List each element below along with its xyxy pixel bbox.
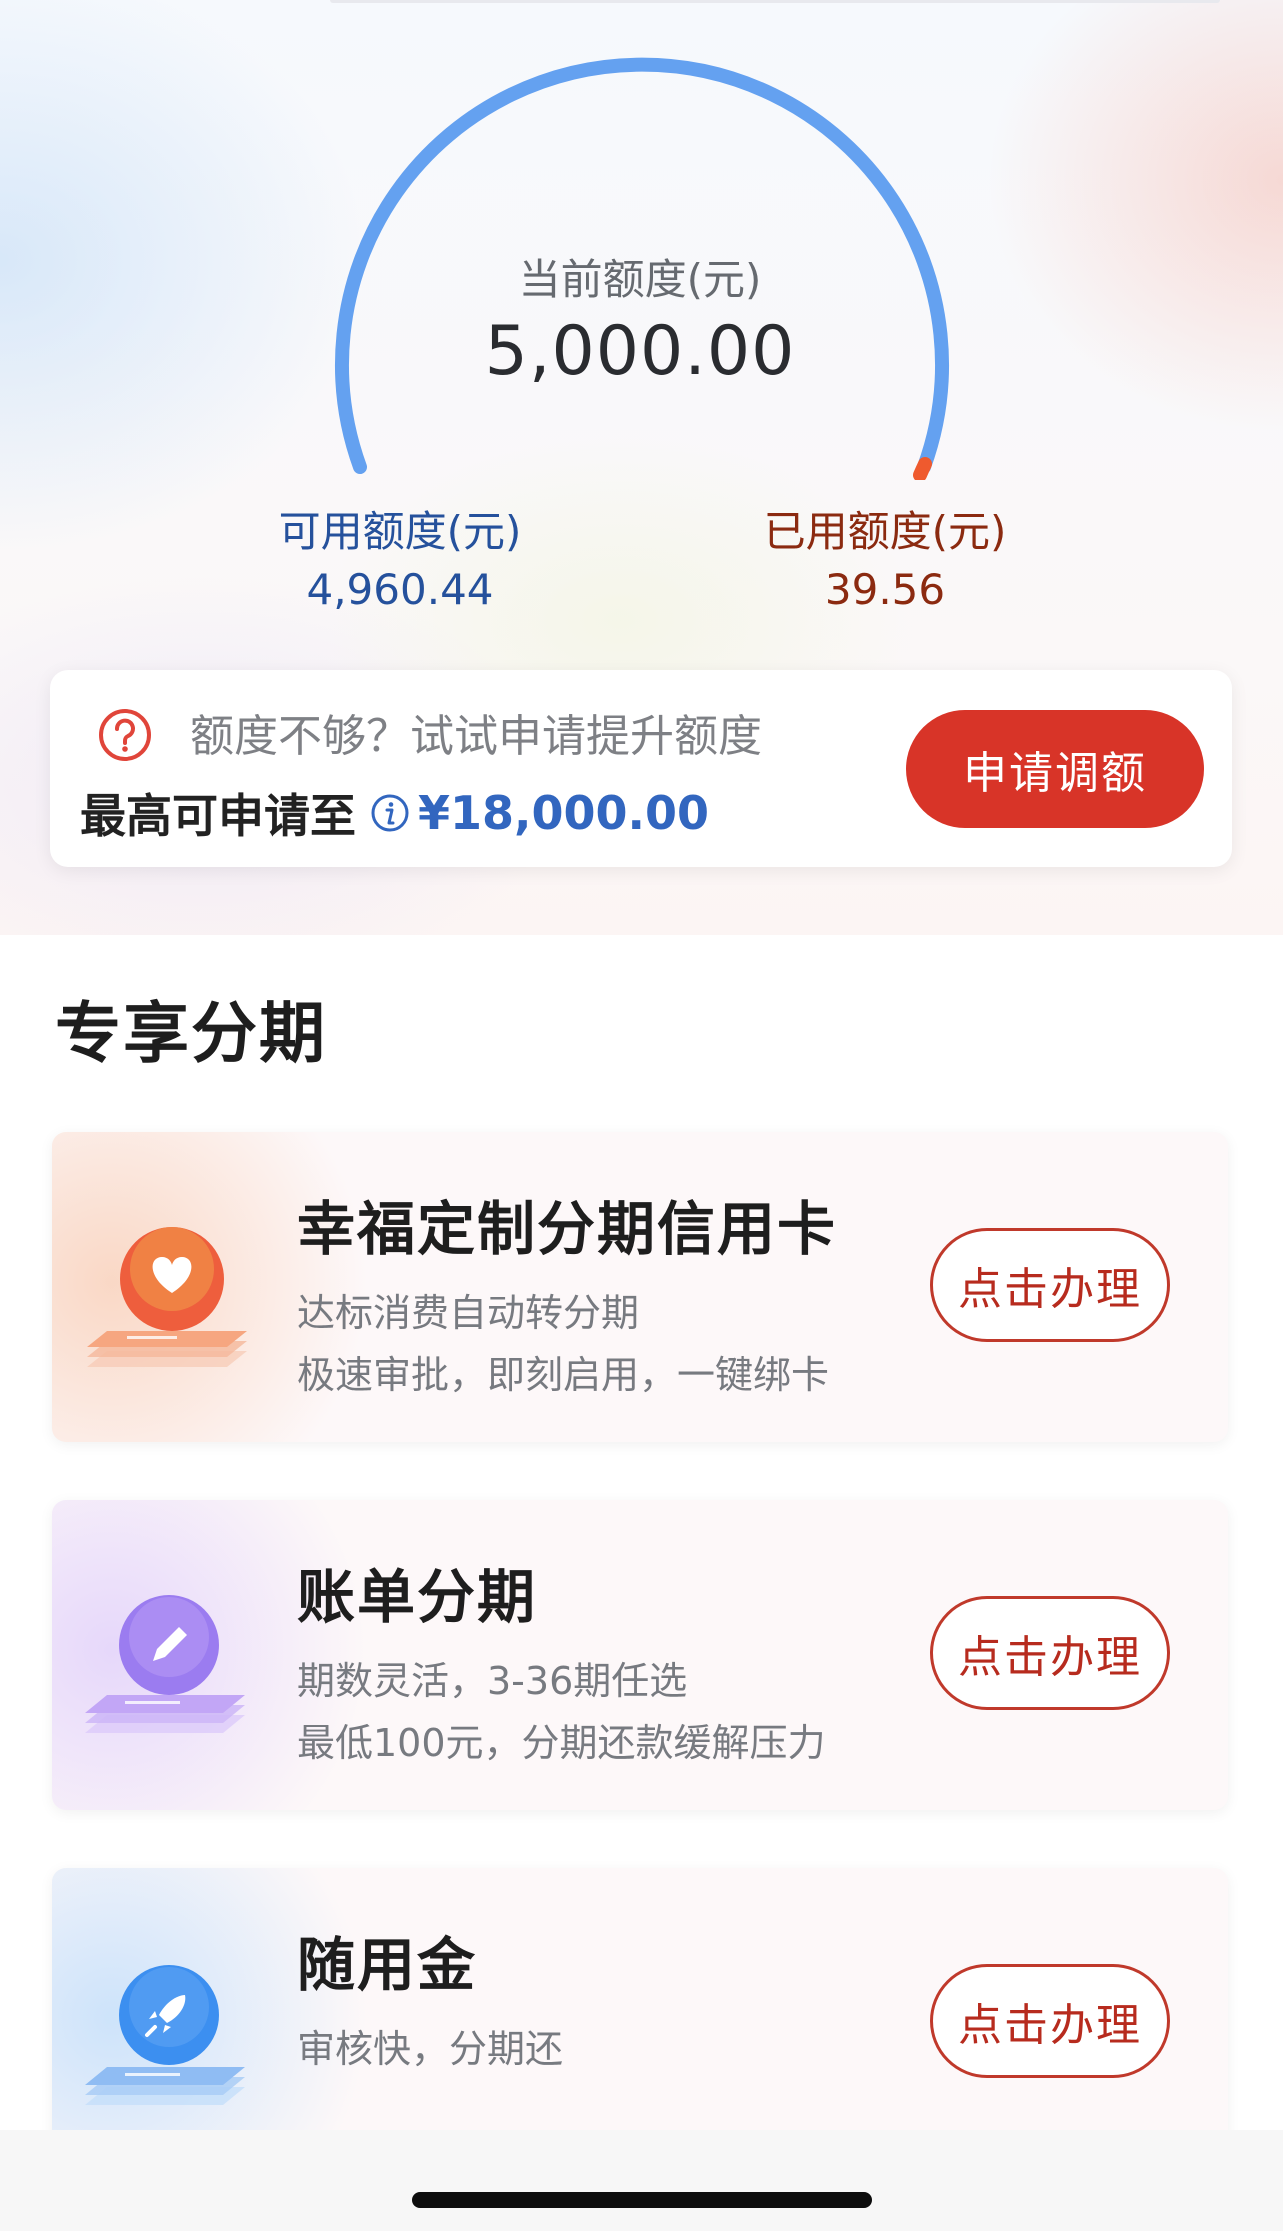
product-card-happiness-card[interactable]: 幸福定制分期信用卡 达标消费自动转分期 极速审批，即刻启用，一键绑卡 点击办理 [52, 1132, 1228, 1442]
apply-now-button[interactable]: 点击办理 [930, 1964, 1170, 2078]
used-limit-label: 已用额度(元) [763, 507, 1007, 556]
home-indicator[interactable] [412, 2192, 872, 2208]
apply-now-button[interactable]: 点击办理 [930, 1228, 1170, 1342]
max-limit-row: 最高可申请至 ¥18,000.00 [80, 780, 709, 846]
product-desc-1: 审核快，分期还 [297, 2027, 564, 2071]
product-title: 幸福定制分期信用卡 [297, 1195, 838, 1263]
info-icon[interactable] [370, 793, 410, 833]
available-limit: 可用额度(元) 4,960.44 [250, 498, 550, 614]
section-title: 专享分期 [55, 995, 327, 1072]
product-desc-2: 极速审批，即刻启用，一键绑卡 [297, 1353, 830, 1397]
used-limit: 已用额度(元) 39.56 [735, 498, 1035, 614]
limit-gauge: 当前额度(元) 5,000.00 [320, 50, 960, 480]
rocket-icon [85, 1965, 245, 2105]
limit-upgrade-card: 额度不够？试试申请提升额度 最高可申请至 ¥18,000.00 申请调额 [50, 670, 1232, 867]
pencil-icon [85, 1595, 245, 1733]
top-divider [330, 0, 1220, 3]
product-card-bill-installment[interactable]: 账单分期 期数灵活，3-36期任选 最低100元，分期还款缓解压力 点击办理 [52, 1500, 1228, 1810]
upgrade-prompt: 额度不够？试试申请提升额度 [190, 711, 762, 762]
used-limit-value: 39.56 [824, 565, 946, 614]
max-limit-label: 最高可申请至 [80, 789, 356, 843]
product-desc-1: 期数灵活，3-36期任选 [297, 1659, 688, 1703]
product-title: 账单分期 [297, 1563, 538, 1631]
available-limit-label: 可用额度(元) [278, 507, 522, 556]
product-desc-1: 达标消费自动转分期 [297, 1291, 640, 1335]
product-desc-2: 最低100元，分期还款缓解压力 [297, 1721, 826, 1765]
max-limit-amount: ¥18,000.00 [418, 786, 710, 840]
gauge-used-arc [913, 457, 932, 480]
heart-icon [87, 1227, 247, 1367]
question-icon[interactable] [98, 708, 152, 762]
apply-limit-adjust-button[interactable]: 申请调额 [906, 710, 1204, 828]
product-title: 随用金 [297, 1931, 478, 1999]
current-limit-value: 5,000.00 [484, 312, 796, 391]
bottom-bar [0, 2130, 1283, 2231]
current-limit-label: 当前额度(元) [518, 255, 762, 304]
apply-now-button[interactable]: 点击办理 [930, 1596, 1170, 1710]
available-limit-value: 4,960.44 [306, 565, 494, 614]
